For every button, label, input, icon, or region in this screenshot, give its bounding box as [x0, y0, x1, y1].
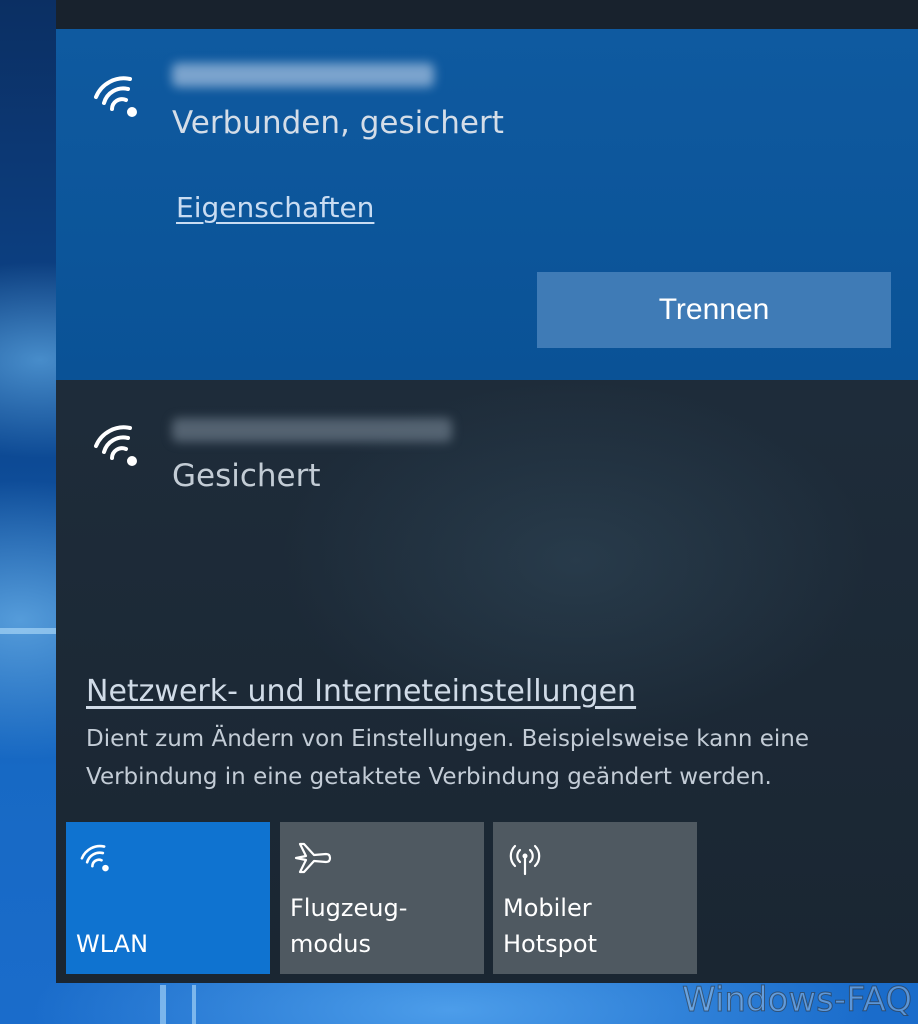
- tile-mobile-hotspot[interactable]: Mobiler Hotspot: [493, 822, 697, 974]
- watermark-text: Windows-FAQ: [682, 980, 913, 1021]
- wallpaper-light-beam: [160, 985, 166, 1024]
- flyout-top-strip: [56, 0, 918, 29]
- network-status: Gesichert: [172, 458, 321, 494]
- network-status: Verbunden, gesichert: [172, 105, 504, 141]
- wifi-icon: [80, 844, 109, 872]
- hotspot-icon: [509, 844, 541, 876]
- tile-airplane-mode[interactable]: Flugzeug- modus: [280, 822, 484, 974]
- disconnect-button[interactable]: Trennen: [537, 272, 891, 348]
- wallpaper-light-beam: [0, 628, 56, 634]
- wifi-icon: [94, 76, 137, 117]
- network-item-secured[interactable]: Gesichert: [56, 380, 918, 580]
- network-flyout: Verbunden, gesichert Eigenschaften Trenn…: [56, 0, 918, 983]
- network-name-obscured: [172, 418, 452, 442]
- settings-description: Dient zum Ändern von Einstellungen. Beis…: [86, 726, 809, 790]
- network-item-connected[interactable]: Verbunden, gesichert Eigenschaften Trenn…: [56, 29, 918, 380]
- network-name-obscured: [172, 63, 434, 87]
- tile-label: WLAN: [76, 930, 149, 958]
- network-settings-link[interactable]: Netzwerk- und Interneteinstellungen: [86, 674, 636, 709]
- wallpaper-light-beam: [192, 985, 196, 1024]
- tile-label: Mobiler Hotspot: [503, 894, 597, 958]
- airplane-icon: [294, 842, 332, 874]
- tile-label: Flugzeug- modus: [290, 894, 408, 958]
- wifi-icon: [94, 425, 137, 466]
- tile-wlan[interactable]: WLAN: [66, 822, 270, 974]
- properties-link[interactable]: Eigenschaften: [176, 191, 374, 224]
